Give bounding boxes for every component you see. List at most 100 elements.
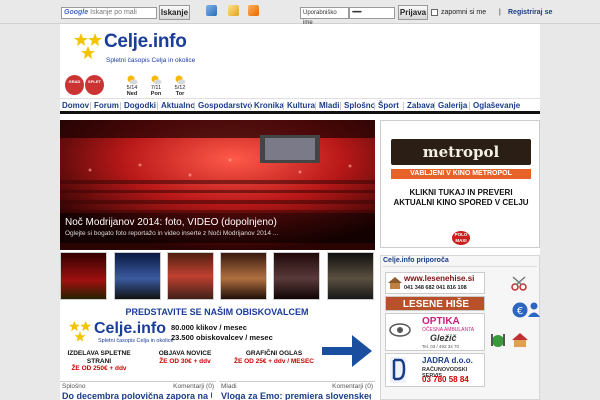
promo-logo-subtitle: Spletni časopis Celja in okolice <box>98 338 174 344</box>
partly-cloudy-icon <box>175 75 186 85</box>
main-nav: Domov Forum Dogodki Aktualno Gospodarstv… <box>60 98 540 114</box>
remember-label: zapomni si me <box>441 9 487 16</box>
weather-day: Ned <box>126 91 138 97</box>
thumbnail[interactable] <box>114 252 161 300</box>
featured-article[interactable]: Noč Modrijanov 2014: foto, VIDEO (dopoln… <box>60 120 375 250</box>
offer-title: GRAFIČNI OGLAS <box>245 350 303 357</box>
article-title[interactable]: Do decembra polovična zapora na U <box>62 391 212 400</box>
nav-item-galerija[interactable]: Galerija <box>438 101 467 111</box>
user-icon[interactable] <box>527 302 541 318</box>
promo-offer-news: OBJAVA NOVICE ŽE OD 30€ + ddv <box>146 350 224 365</box>
remember-checkbox[interactable] <box>431 9 438 16</box>
thumbnail[interactable] <box>327 252 374 300</box>
password-field[interactable]: •••••••• <box>349 7 395 19</box>
weather-brand-grad: GRAD <box>65 75 84 95</box>
eye-icon <box>389 323 411 337</box>
search-button[interactable]: Iskanje <box>159 5 190 20</box>
nav-item-mladi[interactable]: Mladi <box>319 101 339 111</box>
nav-item-domov[interactable]: Domov <box>62 101 89 111</box>
article-card[interactable]: Mladi Komentarji (0) Vloga za Emo: premi… <box>219 381 375 400</box>
login-button[interactable]: Prijava <box>398 5 428 20</box>
ad-jadra[interactable]: JADRA d.o.o. RAČUNOVODSKI SERVIS 03 780 … <box>385 353 485 387</box>
offer-title: OBJAVA NOVICE <box>158 350 212 357</box>
partly-cloudy-icon <box>151 75 162 85</box>
home-icon[interactable] <box>511 332 529 348</box>
weather-day: Pon <box>150 91 162 97</box>
nav-item-dogodki[interactable]: Dogodki <box>124 101 156 111</box>
recommends-title: Celje.info priporoča <box>383 257 537 267</box>
nav-item-zabava[interactable]: Zabava <box>407 101 435 111</box>
nav-item-gospodarstvo[interactable]: Gospodarstvo <box>198 101 252 111</box>
thumbnail[interactable] <box>273 252 320 300</box>
weather-day-2: 7/11 Pon <box>145 75 167 97</box>
ad-jadra-title: JADRA d.o.o. <box>422 356 473 365</box>
promo-logo: Celje.info <box>94 320 167 337</box>
offer-price: ŽE OD 250€ + ddv <box>71 365 127 372</box>
metropol-cinema-ad[interactable]: metropol VABLJENI V KINO METROPOL KLIKNI… <box>380 120 540 248</box>
register-link[interactable]: Registriraj se <box>508 9 552 17</box>
article-comments[interactable]: Komentarji (0) <box>173 383 214 390</box>
weather-day-3: 5/12 Tor <box>169 75 191 97</box>
partly-cloudy-icon <box>127 75 138 85</box>
article-comments[interactable]: Komentarji (0) <box>332 383 373 390</box>
stars-logo-icon <box>74 33 102 59</box>
arrow-right-icon <box>322 335 372 367</box>
top-separator: | <box>499 9 501 16</box>
search-input[interactable]: Google Iskanje po mali <box>61 7 157 19</box>
ad-optika-glezic[interactable]: OPTIKA OČESNA AMBULANTA Gležič Tel. 03 /… <box>385 313 485 351</box>
ad-optika-title: OPTIKA <box>422 316 460 327</box>
promo-stat-visitors: 23.500 obiskovalcev / mesec <box>171 333 273 342</box>
ad-jadra-phone: 03 780 58 84 <box>422 375 469 384</box>
thumbnail-strip <box>60 252 375 300</box>
article-category[interactable]: Mladi <box>221 383 237 390</box>
site-logo-title[interactable]: Celje.info <box>104 31 187 53</box>
polo-maxi-badge: POLO MAXI <box>452 231 470 245</box>
mail-icon[interactable] <box>228 5 239 16</box>
top-bar: Google Iskanje po mali Iskanje Uporabnišk… <box>0 0 600 26</box>
svg-text:€: € <box>517 306 523 317</box>
nav-item-kultura[interactable]: Kultura <box>287 101 315 111</box>
thumbnail[interactable] <box>167 252 214 300</box>
advertising-promo-banner[interactable]: PREDSTAVITE SE NAŠIM OBISKOVALCEM Celje.… <box>60 307 375 377</box>
nav-item-forum[interactable]: Forum <box>94 101 119 111</box>
ad-lesene-hise[interactable]: LESENE HIŠE <box>385 296 485 311</box>
username-field[interactable]: Uporabniško ime <box>300 7 349 26</box>
featured-title[interactable]: Noč Modrijanov 2014: foto, VIDEO (dopoln… <box>65 217 370 229</box>
article-title[interactable]: Vloga za Emo: premiera slovenskega <box>221 391 371 400</box>
featured-caption: Noč Modrijanov 2014: foto, VIDEO (dopoln… <box>60 213 375 243</box>
promo-stat-clicks: 80.000 klikov / mesec <box>171 323 247 332</box>
featured-description: Oglejte si bogato foto reportažo in vide… <box>65 230 279 237</box>
offer-price: ŽE OD 25€ + ddv / MESEC <box>233 357 314 365</box>
ad-phone: 041 348 682 041 816 108 <box>404 285 467 291</box>
search-placeholder: Iskanje po mali <box>90 9 137 16</box>
site-logo-subtitle: Spletni časopis Celja in okolice <box>106 57 196 64</box>
jadra-logo-icon <box>390 357 406 383</box>
ad-optika-brand: Gležič <box>430 333 457 343</box>
ad-title: LESENE HIŠE <box>402 299 470 310</box>
food-icon[interactable] <box>489 332 507 348</box>
house-icon <box>388 277 402 289</box>
stars-logo-icon <box>68 320 92 342</box>
nav-item-splosno[interactable]: Splošno <box>344 101 376 111</box>
metropol-band: VABLJENI V KINO METROPOL <box>391 169 531 179</box>
thumbnail[interactable] <box>220 252 267 300</box>
article-card[interactable]: Splošno Komentarji (0) Do decembra polov… <box>60 381 216 400</box>
scissors-icon[interactable] <box>511 276 529 292</box>
ad-url: www.lesenehise.si <box>404 274 475 283</box>
promo-headline: PREDSTAVITE SE NAŠIM OBISKOVALCEM <box>125 307 309 317</box>
nav-item-sport[interactable]: Šport <box>378 101 399 111</box>
thumbnail[interactable] <box>60 252 107 300</box>
nav-item-aktualno[interactable]: Aktualno <box>161 101 195 111</box>
rss-icon[interactable] <box>248 5 259 16</box>
weather-widget[interactable]: GRAD SPLET 5/14 Ned 7/11 Pon 5/12 Tor <box>64 75 186 99</box>
weather-day: Tor <box>175 91 185 97</box>
page-container: Celje.info Spletni časopis Celja in okol… <box>60 24 540 400</box>
recommends-box: Celje.info priporoča www.lesenehise.si 0… <box>380 255 540 400</box>
ad-lesene-hise-url[interactable]: www.lesenehise.si 041 348 682 041 816 10… <box>385 272 485 294</box>
nav-item-oglasevanje[interactable]: Oglaševanje <box>473 101 520 111</box>
article-category[interactable]: Splošno <box>62 383 86 390</box>
home-icon[interactable] <box>206 5 217 16</box>
promo-offer-website: IZDELAVA SPLETNE STRANI ŽE OD 250€ + ddv <box>60 350 138 373</box>
promo-offer-banner: GRAFIČNI OGLAS ŽE OD 25€ + ddv / MESEC <box>228 350 320 365</box>
nav-item-kronika[interactable]: Kronika <box>254 101 284 111</box>
